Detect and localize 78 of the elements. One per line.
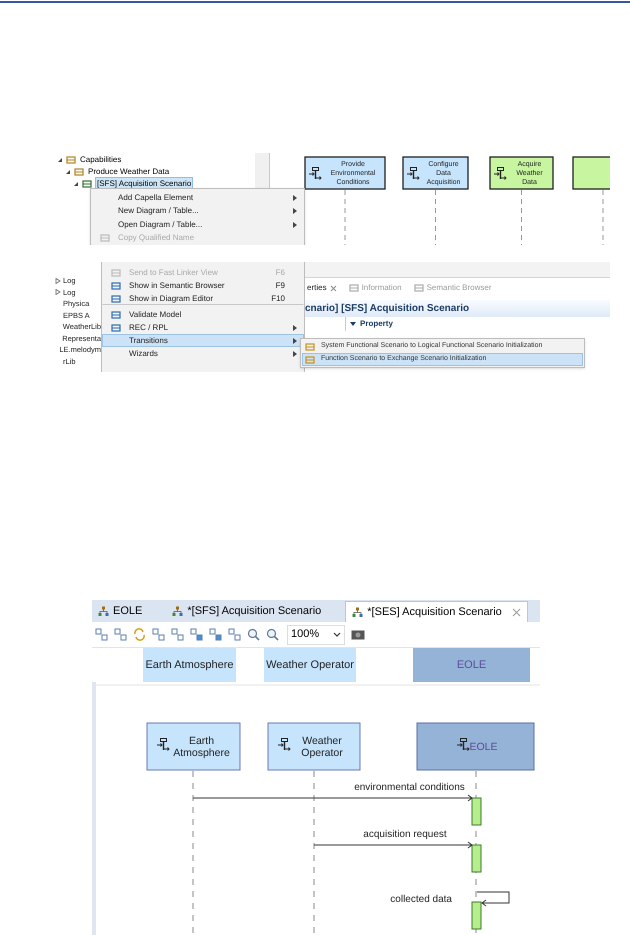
editor-tab[interactable]: *[SES] Acquisition Scenario: [345, 601, 528, 622]
menu-item[interactable]: Validate Model: [102, 308, 304, 321]
menu-item[interactable]: Transitions: [102, 334, 304, 347]
message-label: environmental conditions: [354, 782, 465, 793]
actor-icon: [156, 738, 170, 751]
menu-item[interactable]: Wizards: [102, 347, 304, 360]
lifeline-line: [344, 190, 346, 245]
actor-icon: [406, 167, 420, 180]
submenu-arrow-icon: [293, 194, 297, 201]
diagram-icon: [352, 606, 364, 618]
submenu-arrow-icon: [293, 350, 297, 356]
lifeline-line: [602, 190, 604, 245]
arrange-icon[interactable]: [114, 628, 127, 641]
lifeline-box[interactable]: [268, 722, 360, 770]
submenu-arrow-icon: [293, 324, 297, 330]
lifeline-label: Earth Atmosphere: [173, 735, 230, 759]
menu-item[interactable]: Open Diagram / Table...: [91, 218, 304, 232]
activation-bar: [472, 798, 482, 826]
lifeline-header[interactable]: Weather Operator: [264, 648, 356, 682]
activation-bar: [472, 902, 482, 930]
activation-bar: [472, 844, 482, 872]
panel-title: cnario] [SFS] Acquisition Scenario: [305, 302, 470, 316]
editor-tab[interactable]: *[SFS] Acquisition Scenario: [166, 601, 332, 622]
submenu-arrow-icon: [293, 222, 297, 228]
function-box[interactable]: [304, 156, 386, 190]
expanded-arrow-icon[interactable]: [57, 157, 63, 163]
menu-item-icon: [111, 294, 121, 304]
menu-item[interactable]: Show in Diagram Editor F10: [102, 292, 304, 305]
export-icon[interactable]: [190, 628, 203, 641]
message-arrow: [476, 892, 510, 906]
section-heading: Property: [360, 318, 393, 330]
zoom-out-icon[interactable]: [266, 628, 279, 641]
menu-item[interactable]: Show in Semantic Browser F9: [102, 279, 304, 292]
diagram-icon: [98, 606, 109, 617]
filter-icon[interactable]: [171, 628, 184, 641]
lifeline-box[interactable]: [146, 722, 240, 770]
editor-tab[interactable]: EOLE: [92, 601, 152, 622]
tab-icon: [414, 283, 424, 293]
zoom-in-icon[interactable]: [247, 628, 260, 641]
zoom-select[interactable]: 100%: [287, 624, 345, 644]
menu-item-icon: [111, 280, 121, 290]
menu-item-icon: [111, 268, 121, 278]
menu-item[interactable]: Add Capella Element: [91, 191, 304, 204]
actor-icon: [278, 738, 291, 751]
tree-item[interactable]: Capabilities: [79, 154, 122, 166]
diagram-icon: [172, 606, 184, 617]
message-label: collected data: [390, 894, 452, 905]
menu-item-icon: [111, 322, 121, 332]
tab-icon: [348, 283, 359, 293]
lifeline-line: [521, 190, 522, 245]
actor-icon: [494, 167, 507, 180]
lifeline-label: EOLE: [470, 741, 498, 753]
insert-icon[interactable]: [209, 628, 222, 641]
submenu-arrow-icon: [293, 338, 297, 344]
camera-icon[interactable]: [351, 629, 365, 640]
close-icon[interactable]: [330, 284, 337, 292]
actor-icon: [308, 167, 322, 180]
expanded-arrow-icon[interactable]: [73, 181, 79, 187]
collapse-icon[interactable]: [350, 321, 356, 327]
expanded-arrow-icon[interactable]: [65, 169, 71, 175]
submenu-arrow-icon: [293, 208, 297, 214]
function-box[interactable]: [402, 156, 469, 190]
function-box[interactable]: [572, 156, 610, 190]
copy-icon[interactable]: [152, 628, 165, 641]
function-box[interactable]: [489, 156, 554, 190]
actor-icon: [456, 738, 470, 751]
menu-item[interactable]: New Diagram / Table...: [91, 204, 304, 218]
tree-item[interactable]: Produce Weather Data: [87, 166, 170, 178]
close-icon[interactable]: [512, 608, 521, 616]
menu-item[interactable]: REC / RPL: [102, 321, 304, 334]
panel-tab[interactable]: erties: [305, 282, 339, 294]
message-label: acquisition request: [363, 829, 447, 840]
paste-icon[interactable]: [228, 628, 241, 641]
layout-icon[interactable]: [95, 628, 108, 641]
lifeline-header[interactable]: Earth Atmosphere: [143, 648, 236, 682]
lifeline-label: Weather Operator: [301, 735, 343, 759]
menu-item-icon: [111, 310, 121, 320]
lifeline-line: [435, 190, 436, 245]
